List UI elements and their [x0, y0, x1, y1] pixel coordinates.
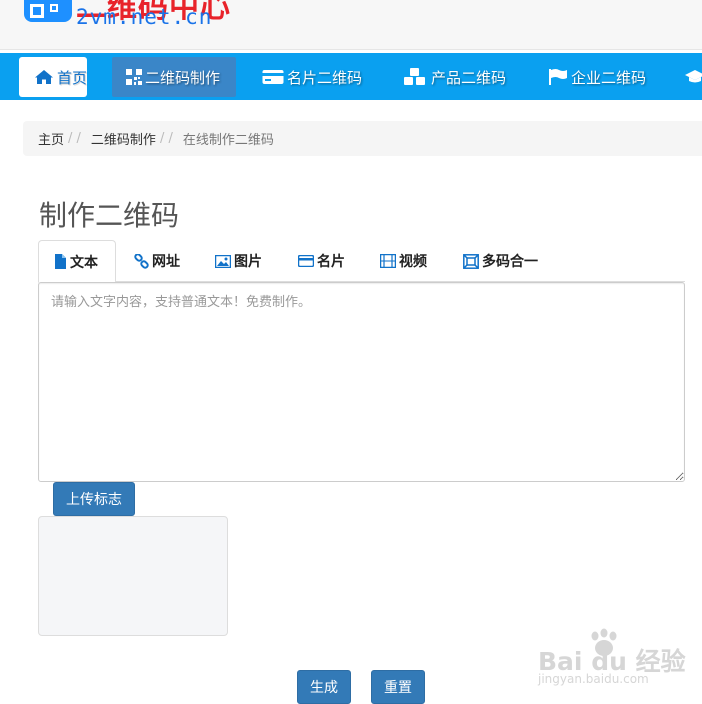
- watermark-url: jingyan.baidu.com: [538, 672, 649, 686]
- reset-button[interactable]: 重置: [371, 670, 425, 704]
- qrcode-preview-area: [38, 516, 228, 636]
- qrcode-icon: [126, 69, 142, 85]
- tab-card[interactable]: 名片: [298, 240, 345, 282]
- breadcrumb-current: 在线制作二维码: [182, 133, 274, 148]
- logo-qrcode-icon[interactable]: [24, 0, 72, 22]
- tab-label: 视频: [399, 254, 427, 270]
- file-icon: [54, 254, 67, 269]
- nav-item-qrcode-make[interactable]: 二维码制作: [112, 57, 236, 97]
- baidu-jingyan-watermark: Bai du 经验 jingyan.baidu.com: [536, 628, 696, 690]
- nav-label: 企业二维码: [571, 68, 647, 87]
- nav-item-product-qrcode[interactable]: 产品二维码: [402, 57, 506, 97]
- tab-multi-code[interactable]: 多码合一: [463, 240, 538, 282]
- generate-button[interactable]: 生成: [297, 670, 351, 704]
- nav-item-enterprise-qrcode[interactable]: 企业二维码: [548, 57, 646, 97]
- paw-icon: [591, 628, 617, 656]
- tab-label: 文本: [70, 254, 98, 271]
- qrcode-type-tabs: 文本 网址 图片 名片 视频 多码合一: [38, 240, 685, 283]
- nav-label: 二维码制作: [145, 68, 221, 87]
- tab-image[interactable]: 图片: [215, 240, 262, 282]
- upload-logo-button[interactable]: 上传标志: [53, 482, 135, 516]
- tab-text[interactable]: 文本: [38, 240, 116, 283]
- credit-card-icon: [262, 69, 284, 85]
- page-title: 制作二维码: [39, 199, 180, 232]
- breadcrumb: 主页 / / 二维码制作 / / 在线制作二维码: [23, 121, 702, 156]
- nav-item-more[interactable]: [684, 57, 702, 97]
- tab-label: 名片: [317, 254, 345, 270]
- watermark-brand: Bai du 经验: [538, 647, 686, 676]
- tab-label: 图片: [234, 254, 262, 270]
- site-header: 二维码中心 2vm.net.cn: [0, 0, 702, 50]
- nav-label: 首页: [57, 68, 88, 87]
- picture-icon: [215, 254, 231, 268]
- flag-icon: [548, 68, 568, 86]
- link-icon: [134, 253, 149, 269]
- breadcrumb-separator: / /: [68, 131, 81, 146]
- tab-label: 网址: [152, 254, 180, 270]
- text-content-input[interactable]: [38, 282, 685, 482]
- nav-label: 产品二维码: [431, 68, 507, 87]
- fullscreen-icon: [463, 253, 479, 269]
- breadcrumb-home[interactable]: 主页: [38, 129, 64, 148]
- nav-label: 名片二维码: [287, 68, 363, 87]
- graduation-cap-icon: [684, 69, 702, 85]
- tab-url[interactable]: 网址: [134, 240, 180, 282]
- film-icon: [380, 254, 396, 268]
- main-nav: 首页 二维码制作 名片二维码 产品二维码 企业二维码: [0, 53, 702, 100]
- cubes-icon: [402, 68, 428, 86]
- nav-item-card-qrcode[interactable]: 名片二维码: [262, 57, 362, 97]
- logo-domain[interactable]: 2vm.net.cn: [76, 5, 212, 29]
- breadcrumb-separator: / /: [159, 131, 173, 146]
- card-icon: [298, 255, 314, 267]
- tab-video[interactable]: 视频: [380, 240, 427, 282]
- home-icon: [34, 69, 54, 85]
- tab-label: 多码合一: [482, 254, 538, 270]
- breadcrumb-qrcode-make[interactable]: 二维码制作: [91, 129, 156, 148]
- nav-item-home[interactable]: 首页: [19, 57, 87, 97]
